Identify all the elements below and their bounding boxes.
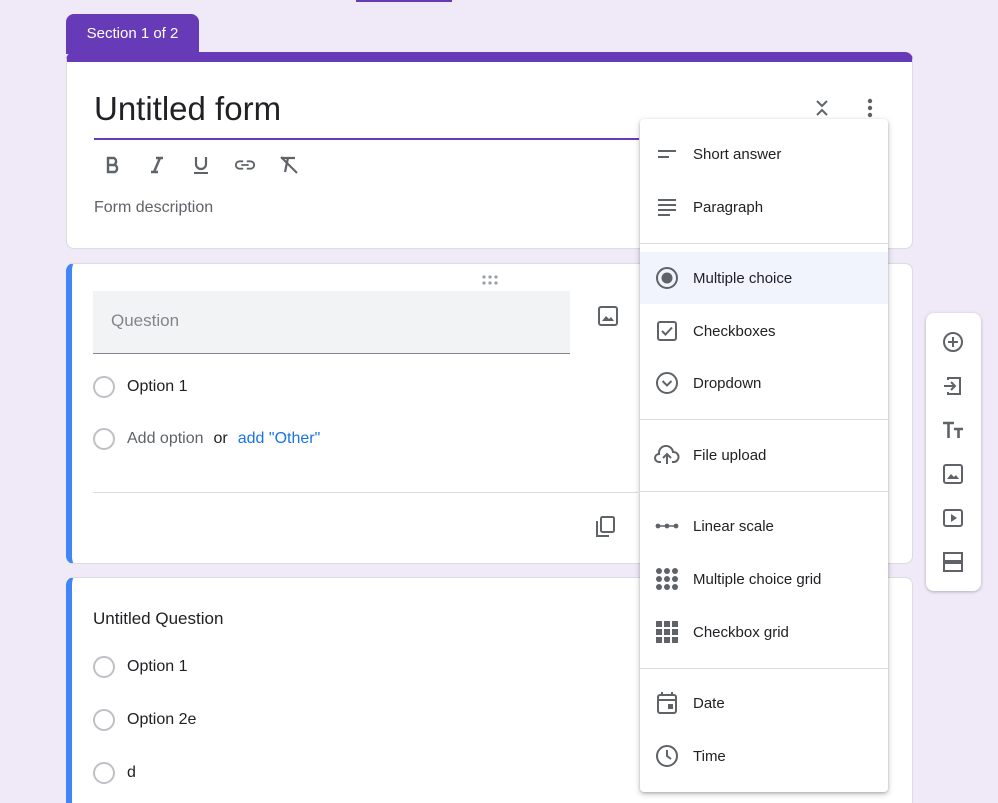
- format-toolbar: [102, 154, 300, 176]
- radio-icon: [93, 376, 115, 398]
- link-icon[interactable]: [234, 154, 256, 176]
- menu-item-label: File upload: [693, 446, 767, 464]
- radio-icon: [93, 656, 115, 678]
- menu-item-label: Time: [693, 747, 726, 765]
- radio-icon: [654, 265, 680, 291]
- menu-item-label: Date: [693, 694, 725, 712]
- upload-icon: [654, 442, 680, 468]
- menu-item-time[interactable]: Time: [640, 730, 888, 782]
- add-option-link[interactable]: Add option: [127, 430, 204, 448]
- menu-item-paragraph[interactable]: Paragraph: [640, 181, 888, 233]
- menu-item-file-upload[interactable]: File upload: [640, 429, 888, 481]
- radio-icon: [93, 428, 115, 450]
- form-title[interactable]: Untitled form: [94, 90, 639, 140]
- italic-icon[interactable]: [146, 154, 168, 176]
- option-row: Option 1: [93, 376, 187, 398]
- form-description[interactable]: Form description: [94, 199, 213, 217]
- menu-item-label: Dropdown: [693, 374, 762, 392]
- menu-item-checkboxes[interactable]: Checkboxes: [640, 305, 888, 357]
- radio-icon: [93, 762, 115, 784]
- option-row: d: [93, 762, 136, 784]
- import-questions-icon[interactable]: [941, 374, 965, 398]
- time-icon: [654, 743, 680, 769]
- add-section-icon[interactable]: [941, 550, 965, 574]
- menu-divider: [640, 491, 888, 492]
- underline-icon[interactable]: [190, 154, 212, 176]
- add-other-link[interactable]: add "Other": [238, 430, 321, 448]
- add-question-icon[interactable]: [941, 330, 965, 354]
- menu-item-short-answer[interactable]: Short answer: [640, 128, 888, 180]
- menu-item-checkbox-grid[interactable]: Checkbox grid: [640, 606, 888, 658]
- option-label[interactable]: d: [127, 764, 136, 782]
- question-title[interactable]: Untitled Question: [93, 609, 223, 629]
- dropdown-icon: [654, 370, 680, 396]
- menu-divider: [640, 668, 888, 669]
- menu-item-label: Multiple choice grid: [693, 570, 822, 588]
- option-label[interactable]: Option 2e: [127, 711, 196, 729]
- menu-item-multiple-choice[interactable]: Multiple choice: [640, 252, 888, 304]
- linear-scale-icon: [654, 513, 680, 539]
- menu-item-label: Paragraph: [693, 198, 764, 216]
- menu-divider: [640, 243, 888, 244]
- menu-item-multiple-choice-grid[interactable]: Multiple choice grid: [640, 553, 888, 605]
- or-text: or: [213, 430, 228, 447]
- paragraph-icon: [654, 194, 680, 220]
- drag-handle-icon[interactable]: [481, 272, 499, 290]
- add-option-row: Add option or add "Other": [93, 428, 320, 450]
- menu-item-linear-scale[interactable]: Linear scale: [640, 500, 888, 552]
- top-tab-indicator: [356, 0, 452, 2]
- menu-item-label: Linear scale: [693, 517, 774, 535]
- menu-item-label: Short answer: [693, 145, 782, 163]
- short-answer-icon: [654, 141, 680, 167]
- option-row: Option 1: [93, 656, 187, 678]
- option-label[interactable]: Option 1: [127, 378, 187, 396]
- question-input[interactable]: Question: [93, 291, 570, 354]
- menu-item-label: Checkboxes: [693, 322, 776, 340]
- duplicate-icon[interactable]: [594, 515, 616, 544]
- question-type-menu: Short answer Paragraph Multiple choice C…: [640, 119, 888, 792]
- option-row: Option 2e: [93, 709, 196, 731]
- floating-toolbar: [926, 313, 981, 591]
- menu-divider: [640, 419, 888, 420]
- menu-item-label: Checkbox grid: [693, 623, 789, 641]
- mc-grid-icon: [654, 566, 680, 592]
- section-tab: Section 1 of 2: [66, 14, 199, 54]
- checkbox-grid-icon: [654, 619, 680, 645]
- add-image-icon[interactable]: [597, 305, 619, 332]
- add-video-icon[interactable]: [941, 506, 965, 530]
- menu-item-date[interactable]: Date: [640, 677, 888, 729]
- clear-format-icon[interactable]: [278, 154, 300, 176]
- option-label[interactable]: Option 1: [127, 658, 187, 676]
- bold-icon[interactable]: [102, 154, 124, 176]
- add-title-icon[interactable]: [941, 418, 965, 442]
- menu-item-label: Multiple choice: [693, 269, 793, 287]
- divider: [93, 492, 638, 493]
- checkbox-icon: [654, 318, 680, 344]
- add-image-icon[interactable]: [941, 462, 965, 486]
- menu-item-dropdown[interactable]: Dropdown: [640, 357, 888, 409]
- date-icon: [654, 690, 680, 716]
- radio-icon: [93, 709, 115, 731]
